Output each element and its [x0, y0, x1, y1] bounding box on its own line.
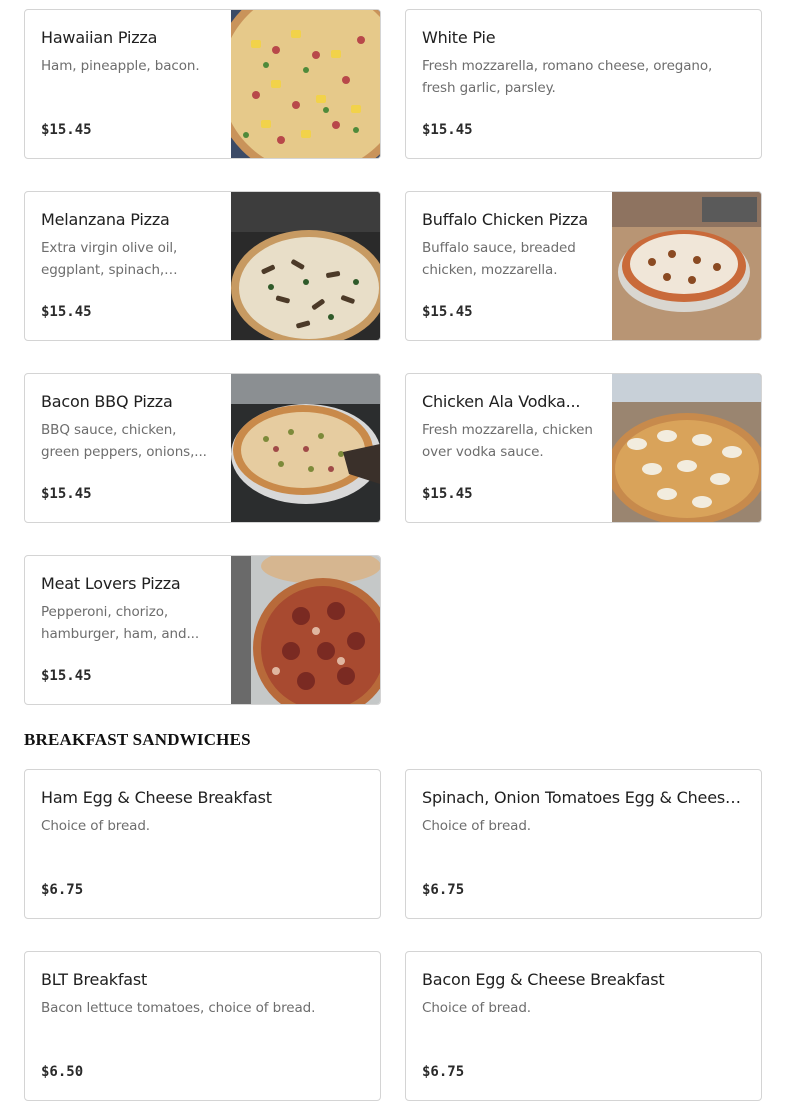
item-price: $6.50	[41, 1064, 84, 1080]
menu-item-card[interactable]: Ham Egg & Cheese Breakfast Choice of bre…	[24, 769, 381, 919]
menu-item-card[interactable]: White Pie Fresh mozzarella, romano chees…	[405, 9, 762, 159]
item-price: $6.75	[422, 1064, 465, 1080]
item-description: Choice of bread.	[422, 818, 531, 834]
item-description: BBQ sauce, chicken, green peppers, onion…	[41, 422, 207, 460]
item-price: $15.45	[422, 486, 473, 502]
item-description: Pepperoni, chorizo, hamburger, ham, and.…	[41, 604, 200, 642]
menu-item-card[interactable]: Spinach, Onion Tomatoes Egg & Cheese... …	[405, 769, 762, 919]
item-description: Fresh mozzarella, chicken over vodka sau…	[422, 422, 593, 460]
item-price: $15.45	[422, 122, 473, 138]
item-name: Melanzana Pizza	[41, 210, 170, 229]
item-name: Chicken Ala Vodka...	[422, 392, 581, 411]
menu-item-card[interactable]: Melanzana Pizza Extra virgin olive oil, …	[24, 191, 381, 341]
item-name: Ham Egg & Cheese Breakfast	[41, 788, 272, 807]
meat-lovers-pizza-photo	[231, 556, 380, 704]
menu-item-card[interactable]: BLT Breakfast Bacon lettuce tomatoes, ch…	[24, 951, 381, 1101]
item-description: Buffalo sauce, breaded chicken, mozzarel…	[422, 240, 576, 278]
item-price: $15.45	[41, 486, 92, 502]
item-description: Fresh mozzarella, romano cheese, oregano…	[422, 58, 713, 96]
item-price: $15.45	[41, 122, 92, 138]
item-description: Extra virgin olive oil, eggplant, spinac…	[41, 240, 178, 278]
item-name: Meat Lovers Pizza	[41, 574, 181, 593]
section-title: BREAKFAST SANDWICHES	[24, 730, 251, 749]
menu-item-card[interactable]: Bacon Egg & Cheese Breakfast Choice of b…	[405, 951, 762, 1101]
item-name: BLT Breakfast	[41, 970, 148, 989]
item-price: $15.45	[422, 304, 473, 320]
menu-item-card[interactable]: Buffalo Chicken Pizza Buffalo sauce, bre…	[405, 191, 762, 341]
menu-item-card[interactable]: Chicken Ala Vodka... Fresh mozzarella, c…	[405, 373, 762, 523]
menu-item-card[interactable]: Hawaiian Pizza Ham, pineapple, bacon. $1…	[24, 9, 381, 159]
chicken-ala-vodka-pizza-photo	[612, 374, 761, 522]
item-description: Bacon lettuce tomatoes, choice of bread.	[41, 1000, 316, 1016]
item-name: White Pie	[422, 28, 496, 47]
item-price: $6.75	[41, 882, 84, 898]
item-price: $15.45	[41, 304, 92, 320]
item-name: Spinach, Onion Tomatoes Egg & Cheese...	[422, 788, 745, 807]
item-name: Hawaiian Pizza	[41, 28, 158, 47]
buffalo-chicken-pizza-photo	[612, 192, 761, 340]
item-price: $6.75	[422, 882, 465, 898]
item-name: Buffalo Chicken Pizza	[422, 210, 588, 229]
item-price: $15.45	[41, 668, 92, 684]
item-name: Bacon Egg & Cheese Breakfast	[422, 970, 665, 989]
item-description: Ham, pineapple, bacon.	[41, 58, 200, 74]
item-description: Choice of bread.	[41, 818, 150, 834]
item-description: Choice of bread.	[422, 1000, 531, 1016]
menu-item-card[interactable]: Bacon BBQ Pizza BBQ sauce, chicken, gree…	[24, 373, 381, 523]
hawaiian-pizza-photo	[231, 10, 380, 158]
bacon-bbq-pizza-photo	[231, 374, 380, 522]
melanzana-pizza-photo	[231, 192, 380, 340]
menu-item-card[interactable]: Meat Lovers Pizza Pepperoni, chorizo, ha…	[24, 555, 381, 705]
item-name: Bacon BBQ Pizza	[41, 392, 173, 411]
